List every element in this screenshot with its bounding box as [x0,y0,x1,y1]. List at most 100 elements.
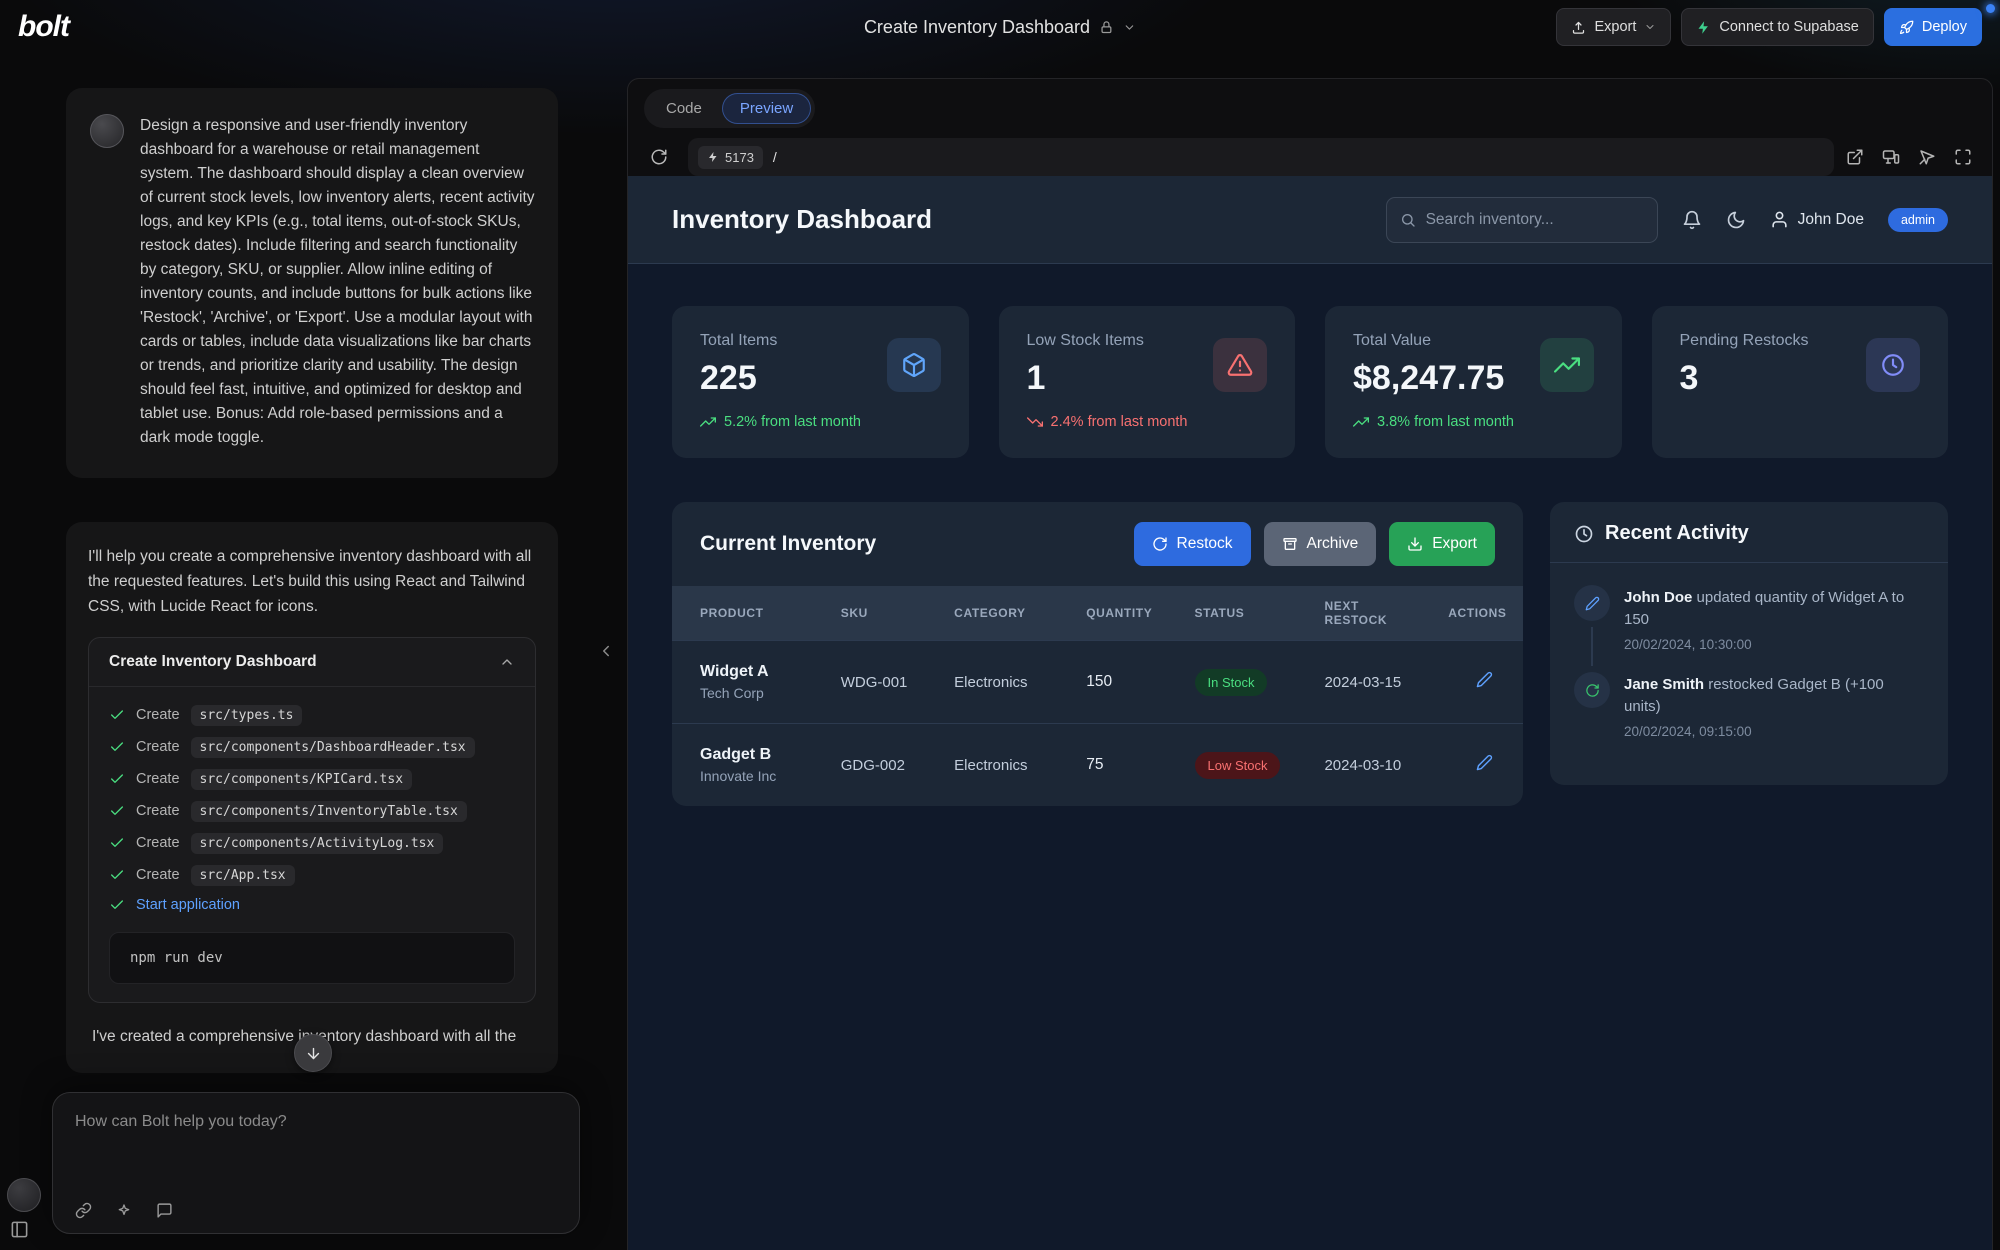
user-message-text: Design a responsive and user-friendly in… [140,114,536,450]
kpi-delta: 3.8% from last month [1353,414,1594,430]
archive-button[interactable]: Archive [1264,522,1377,566]
tab-code[interactable]: Code [648,93,720,124]
inventory-search[interactable] [1386,197,1658,243]
download-icon [1407,536,1423,552]
connect-supabase-button[interactable]: Connect to Supabase [1681,8,1873,46]
plan-header: Create Inventory Dashboard [89,638,535,687]
search-input[interactable] [1426,211,1644,229]
archive-label: Archive [1307,535,1359,553]
app-header-actions: John Doe admin [1386,197,1948,243]
preview-panel: Code Preview 5173 / [627,78,1993,1250]
check-icon [109,835,125,851]
open-external-icon[interactable] [1846,148,1864,166]
terminal-command: npm run dev [109,932,515,984]
package-icon [887,338,941,392]
product-restock-date: 2024-03-15 [1310,641,1434,724]
tab-preview[interactable]: Preview [722,93,811,124]
sparkles-icon[interactable] [116,1203,132,1219]
activity-marker [1574,585,1610,672]
activity-list: John Doe updated quantity of Widget A to… [1550,563,1948,785]
recent-activity-card: Recent Activity John Doe updated q [1550,502,1948,785]
export-table-button[interactable]: Export [1389,522,1495,566]
code-preview-switch: Code Preview [644,89,815,128]
step-file: src/components/KPICard.tsx [191,769,413,790]
step-file: src/components/ActivityLog.tsx [191,833,444,854]
chat-input[interactable] [75,1113,557,1131]
link-icon[interactable] [75,1202,92,1219]
step-label: Create [136,803,180,819]
sidebar-toggle-icon[interactable] [10,1220,29,1239]
step-file: src/components/InventoryTable.tsx [191,801,467,822]
product-quantity[interactable]: 150 [1072,641,1180,724]
table-row[interactable]: Widget A Tech Corp WDG-001 Electronics 1… [672,641,1523,724]
user-message-bubble: Design a responsive and user-friendly in… [66,88,558,478]
check-icon [109,771,125,787]
url-path: / [773,149,777,165]
scroll-to-bottom-button[interactable] [294,1034,332,1072]
product-category: Electronics [940,724,1072,807]
port-number: 5173 [725,150,754,165]
rocket-icon [1899,20,1914,35]
plan-step: Create src/components/InventoryTable.tsx [109,795,515,827]
project-title: Create Inventory Dashboard [864,17,1090,38]
devices-icon[interactable] [1882,148,1900,166]
check-icon [109,867,125,883]
export-button[interactable]: Export [1556,8,1671,46]
product-restock-date: 2024-03-10 [1310,724,1434,807]
edit-icon[interactable] [1476,671,1493,688]
address-bar[interactable]: 5173 / [688,138,1834,176]
kpi-delta-text: 5.2% from last month [724,414,861,430]
export-table-label: Export [1432,535,1477,553]
account-avatar[interactable] [7,1178,41,1212]
user-name: John Doe [1798,211,1864,229]
kpi-pending-restocks: Pending Restocks 3 [1652,306,1949,458]
col-actions: Actions [1434,586,1523,641]
step-file: src/App.tsx [191,865,295,886]
product-quantity[interactable]: 75 [1072,724,1180,807]
inventory-title: Current Inventory [700,532,876,556]
activity-marker [1574,672,1610,759]
kpi-delta: 5.2% from last month [700,414,941,430]
notification-dot [1986,4,1995,13]
dark-mode-toggle-icon[interactable] [1726,210,1746,230]
fullscreen-icon[interactable] [1954,148,1972,166]
inspect-off-icon[interactable] [1918,148,1936,166]
inventory-app: Inventory Dashboard [628,176,1992,1250]
collapse-chat-handle[interactable] [597,642,615,660]
kpi-delta-text: 2.4% from last month [1051,414,1188,430]
table-header-row: Product SKU Category Quantity Status Nex… [672,586,1523,641]
activity-actor: John Doe [1624,589,1692,606]
product-name: Gadget B [700,746,813,764]
edit-icon[interactable] [1476,754,1493,771]
table-row[interactable]: Gadget B Innovate Inc GDG-002 Electronic… [672,724,1523,807]
trending-up-icon [1353,414,1369,430]
timeline-connector [1591,627,1593,666]
zap-icon [707,151,719,163]
refresh-icon [1574,672,1610,708]
activity-title: Recent Activity [1605,522,1749,545]
list-item: John Doe updated quantity of Widget A to… [1574,585,1924,672]
check-icon [109,739,125,755]
connect-label: Connect to Supabase [1719,19,1858,35]
restock-button[interactable]: Restock [1134,522,1251,566]
refresh-icon [1152,536,1168,552]
chat-icon[interactable] [156,1202,173,1219]
activity-body: Jane Smith restocked Gadget B (+100 unit… [1624,672,1924,759]
clock-icon [1866,338,1920,392]
activity-timestamp: 20/02/2024, 10:30:00 [1624,637,1924,652]
chat-input-toolbar [75,1202,173,1219]
project-title-group[interactable]: Create Inventory Dashboard [864,17,1136,38]
kpi-total-value: Total Value $8,247.75 3.8% from last mon… [1325,306,1622,458]
chevron-down-icon [1123,21,1136,34]
list-item: Jane Smith restocked Gadget B (+100 unit… [1574,672,1924,759]
chat-input-box[interactable] [52,1092,580,1234]
chevron-up-icon[interactable] [499,654,515,670]
refresh-icon[interactable] [642,140,676,174]
bell-icon[interactable] [1682,210,1702,230]
restock-label: Restock [1177,535,1233,553]
start-application-link[interactable]: Start application [136,897,240,913]
user-menu[interactable]: John Doe [1770,210,1864,229]
product-supplier: Tech Corp [700,685,813,701]
deploy-label: Deploy [1922,19,1967,35]
deploy-button[interactable]: Deploy [1884,8,1982,46]
